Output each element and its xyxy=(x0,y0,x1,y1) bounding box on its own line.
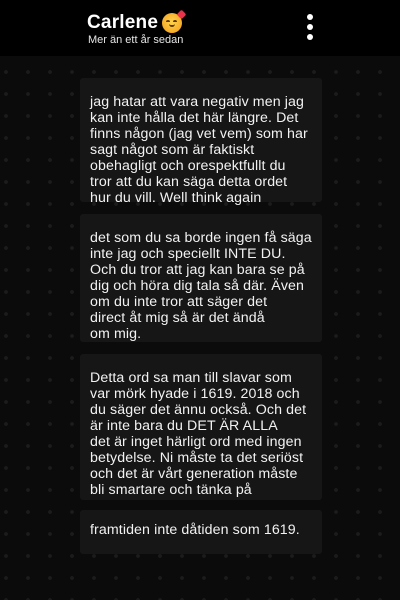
contact-name-row[interactable]: Carlene xyxy=(87,9,187,34)
message-text: det som du sa borde ingen få säga inte j… xyxy=(90,230,312,342)
smiling-face-with-heart-icon xyxy=(162,9,187,33)
message-text: Detta ord sa man till slavar som var mör… xyxy=(90,370,307,498)
last-seen-status: Mer än ett år sedan xyxy=(88,34,184,46)
contact-name[interactable]: Carlene xyxy=(87,12,158,34)
message-bubble[interactable]: Detta ord sa man till slavar som var mör… xyxy=(80,354,322,500)
more-vertical-icon[interactable] xyxy=(302,14,318,42)
message-bubble[interactable]: jag hatar att vara negativ men jag kan i… xyxy=(80,78,322,206)
chat-screen: Carlene Mer än ett år sedan jag hatar at… xyxy=(0,0,400,600)
message-bubble[interactable]: framtiden inte dåtiden som 1619. xyxy=(80,510,322,554)
message-bubble[interactable]: det som du sa borde ingen få säga inte j… xyxy=(80,214,322,342)
message-text: jag hatar att vara negativ men jag kan i… xyxy=(90,94,308,206)
message-text: framtiden inte dåtiden som 1619. xyxy=(90,522,300,538)
chat-header: Carlene Mer än ett år sedan xyxy=(0,0,400,56)
